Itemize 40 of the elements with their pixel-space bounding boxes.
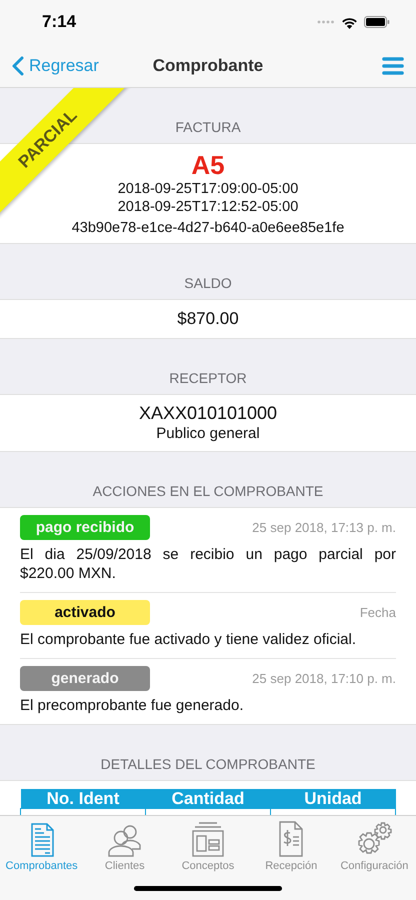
chevron-left-icon — [12, 56, 24, 76]
back-button[interactable]: Regresar — [12, 56, 112, 76]
column-header: No. Ident — [20, 789, 146, 808]
issue-date: 2018-09-25T17:09:00-05:00 — [118, 180, 298, 198]
action-date: 25 sep 2018, 17:10 p. m. — [252, 671, 396, 686]
layout-icon — [191, 821, 225, 857]
action-date: 25 sep 2018, 17:13 p. m. — [252, 520, 396, 535]
battery-icon — [364, 16, 390, 28]
action-description: El comprobante fue activado y tiene validez oficial. — [20, 630, 358, 649]
column-header: Cantidad — [146, 789, 270, 808]
certification-date: 2018-09-25T17:12:52-05:00 — [118, 198, 298, 216]
users-icon — [106, 823, 143, 857]
receiver-name: Publico general — [156, 424, 260, 444]
invoice-icon — [277, 821, 306, 857]
section-header: DETALLES DEL COMPROBANTE — [100, 756, 316, 772]
section-header: FACTURA — [175, 119, 241, 135]
tab-item[interactable]: Conceptos — [166, 820, 250, 872]
balance-amount: $870.00 — [177, 308, 239, 330]
action-date: Fecha — [360, 605, 396, 620]
signal-icon — [317, 20, 335, 24]
action-description: El precomprobante fue generado. — [20, 696, 244, 715]
section-header: ACCIONES EN EL COMPROBANTE — [92, 483, 324, 499]
column-header: Unidad — [270, 789, 396, 808]
invoice-uuid: 43b90e78-e1ce-4d27-b640-a0e6ee85e1fe — [72, 220, 344, 236]
invoice-series: A5 — [191, 150, 225, 180]
action-description: El dia 25/09/2018 se recibio un pago parcial por $220.00 MXN. — [20, 545, 396, 583]
section-header: SALDO — [184, 275, 232, 291]
screen-title: Comprobante — [152, 56, 264, 76]
status-badge: activado — [20, 600, 150, 625]
section-header: RECEPTOR — [169, 370, 247, 386]
tab-item[interactable]: Recepción — [250, 820, 333, 872]
menu-icon[interactable] — [382, 56, 404, 74]
tab-item[interactable]: Comprobantes — [0, 820, 84, 872]
receiver-rfc: XAXX010101000 — [138, 402, 278, 424]
tab-item[interactable]: Configuración — [332, 820, 416, 872]
tab-item[interactable]: Clientes — [83, 820, 166, 872]
wifi-icon — [341, 16, 358, 28]
status-badge: pago recibido — [20, 515, 150, 540]
status-badge: generado — [20, 666, 150, 691]
clock-time: 7:14 — [42, 12, 76, 32]
